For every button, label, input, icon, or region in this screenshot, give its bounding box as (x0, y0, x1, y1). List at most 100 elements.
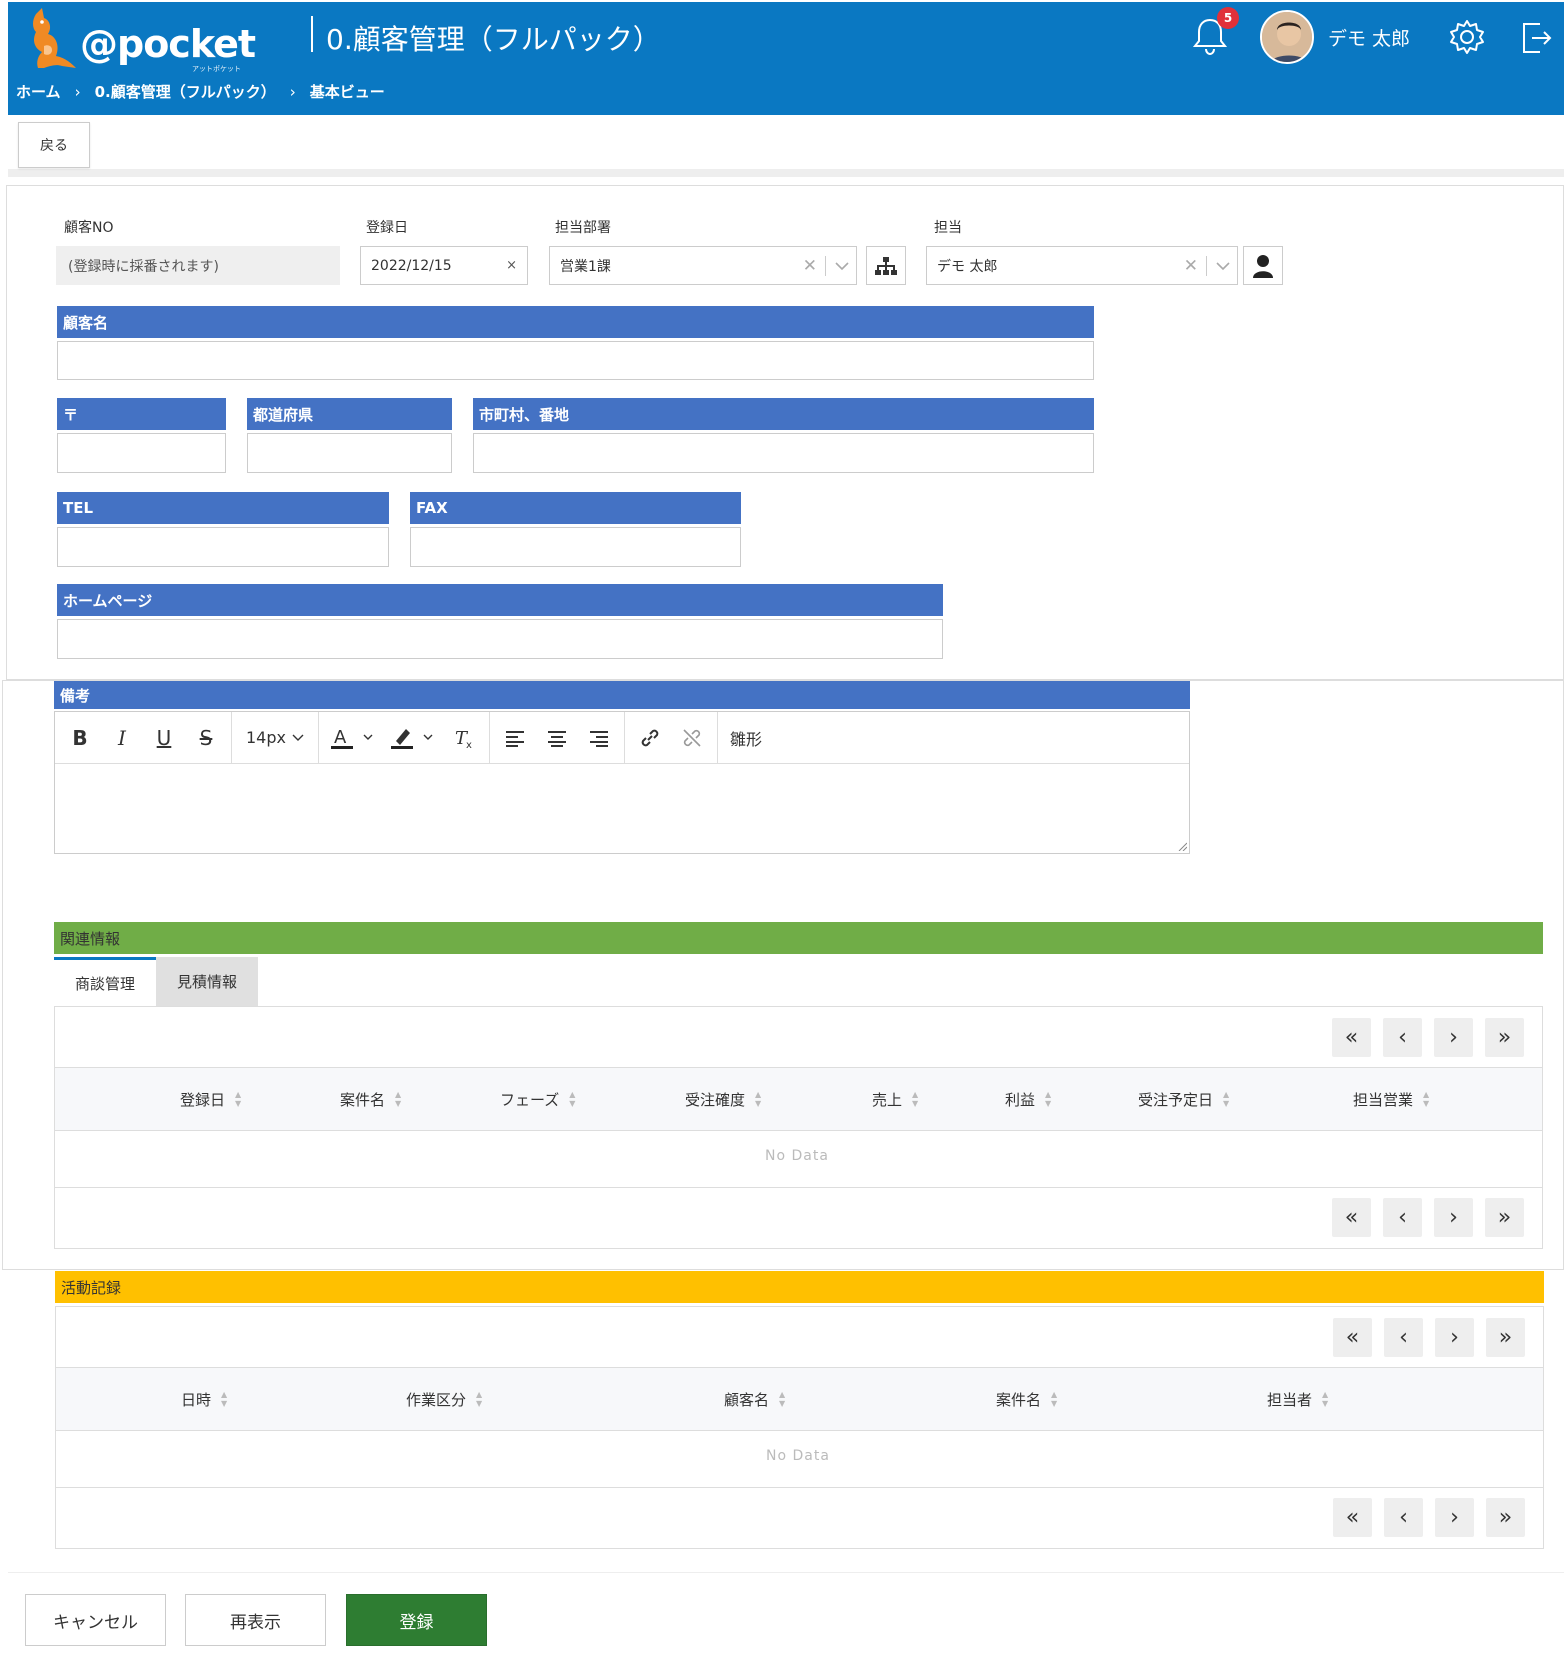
align-center-icon[interactable] (536, 720, 578, 756)
breadcrumb-view: 基本ビュー (309, 83, 385, 101)
org-chart-button[interactable] (866, 246, 906, 285)
link-icon[interactable] (629, 720, 671, 756)
prev-page-icon[interactable]: ‹ (1384, 1318, 1423, 1357)
sort-icon[interactable]: ▲ ▼ (912, 1090, 918, 1108)
col-datetime[interactable]: 日時 ▲ ▼ (181, 1368, 227, 1430)
chevron-right-icon: › (289, 82, 296, 101)
sort-icon[interactable]: ▲ ▼ (1051, 1390, 1057, 1408)
zip-input[interactable] (57, 433, 226, 473)
next-page-icon[interactable]: › (1435, 1318, 1474, 1357)
sort-icon[interactable]: ▲ ▼ (755, 1090, 761, 1108)
sort-icon[interactable]: ▲ ▼ (1223, 1090, 1229, 1108)
homepage-input[interactable] (57, 619, 943, 659)
fax-input[interactable] (410, 527, 741, 567)
notes-editor[interactable]: B I U S 14px A Tx 雛形 (54, 711, 1190, 854)
reg-date-input[interactable]: 2022/12/15 × (360, 246, 528, 285)
app-logo[interactable]: @pocket アットポケット (16, 6, 256, 73)
editor-toolbar: B I U S 14px A Tx 雛形 (55, 712, 1189, 764)
template-button[interactable]: 雛形 (718, 726, 774, 750)
sort-icon[interactable]: ▲ ▼ (221, 1390, 227, 1408)
gear-icon[interactable] (1448, 18, 1486, 56)
col-profit[interactable]: 利益 ▲ ▼ (1005, 1068, 1051, 1130)
breadcrumb-home[interactable]: ホーム (16, 81, 61, 102)
col-probability[interactable]: 受注確度 ▲ ▼ (685, 1068, 761, 1130)
owner-select[interactable]: デモ 太郎 ✕ (926, 246, 1238, 285)
sort-icon[interactable]: ▲ ▼ (569, 1090, 575, 1108)
sort-icon[interactable]: ▲ ▼ (235, 1090, 241, 1108)
align-group (490, 712, 625, 763)
user-photo-icon (1262, 12, 1312, 62)
unlink-icon[interactable] (671, 720, 713, 756)
col-expected-date[interactable]: 受注予定日 ▲ ▼ (1138, 1068, 1229, 1130)
sort-icon[interactable]: ▲ ▼ (395, 1090, 401, 1108)
submit-button[interactable]: 登録 (346, 1594, 487, 1646)
pager-top: « ‹ › » (1333, 1318, 1525, 1357)
prev-page-icon[interactable]: ‹ (1384, 1498, 1423, 1537)
address-input[interactable] (473, 433, 1094, 473)
chevron-down-icon[interactable] (1215, 261, 1231, 271)
tab-quotes[interactable]: 見積情報 (156, 957, 258, 1006)
zip-label: 〒 (57, 398, 226, 430)
highlight-icon[interactable] (383, 720, 443, 756)
avatar[interactable] (1260, 10, 1314, 64)
last-page-icon[interactable]: » (1485, 1198, 1524, 1237)
col-deal-name[interactable]: 案件名 ▲ ▼ (996, 1368, 1057, 1430)
align-right-icon[interactable] (578, 720, 620, 756)
sort-icon[interactable]: ▲ ▼ (1045, 1090, 1051, 1108)
logout-icon[interactable] (1516, 18, 1554, 56)
next-page-icon[interactable]: › (1434, 1018, 1473, 1057)
department-select[interactable]: 営業1課 ✕ (549, 246, 857, 285)
homepage-label: ホームページ (57, 584, 943, 616)
back-button[interactable]: 戻る (18, 122, 90, 168)
first-page-icon[interactable]: « (1332, 1018, 1371, 1057)
customer-name-input[interactable] (57, 341, 1094, 380)
sort-icon[interactable]: ▲ ▼ (476, 1390, 482, 1408)
sort-icon[interactable]: ▲ ▼ (1423, 1090, 1429, 1108)
breadcrumb-app[interactable]: 0.顧客管理（フルパック） (95, 81, 276, 102)
col-reg-date[interactable]: 登録日 ▲ ▼ (180, 1068, 241, 1130)
prev-page-icon[interactable]: ‹ (1383, 1198, 1422, 1237)
col-sales-rep[interactable]: 担当営業 ▲ ▼ (1353, 1068, 1429, 1130)
italic-icon[interactable]: I (101, 720, 143, 756)
notification-badge: 5 (1217, 7, 1239, 29)
refresh-button[interactable]: 再表示 (185, 1594, 326, 1646)
underline-icon[interactable]: U (143, 720, 185, 756)
col-work-type[interactable]: 作業区分 ▲ ▼ (406, 1368, 482, 1430)
column-label: 売上 (872, 1090, 903, 1109)
user-picker-button[interactable] (1243, 246, 1283, 285)
last-page-icon[interactable]: » (1486, 1318, 1525, 1357)
address-label: 市町村、番地 (473, 398, 1094, 430)
clear-date-icon[interactable]: × (506, 258, 517, 273)
clear-icon[interactable]: ✕ (1184, 256, 1198, 276)
user-name[interactable]: デモ 太郎 (1328, 24, 1410, 51)
first-page-icon[interactable]: « (1333, 1498, 1372, 1537)
strikethrough-icon[interactable]: S (185, 720, 227, 756)
clear-format-icon[interactable]: Tx (443, 720, 485, 756)
first-page-icon[interactable]: « (1333, 1318, 1372, 1357)
col-customer-name[interactable]: 顧客名 ▲ ▼ (724, 1368, 785, 1430)
resize-grip-icon[interactable] (1177, 841, 1187, 851)
cancel-button[interactable]: キャンセル (25, 1594, 166, 1646)
sort-icon[interactable]: ▲ ▼ (1322, 1390, 1328, 1408)
column-label: 利益 (1005, 1090, 1036, 1109)
bold-icon[interactable]: B (59, 720, 101, 756)
col-sales[interactable]: 売上 ▲ ▼ (872, 1068, 918, 1130)
tel-input[interactable] (57, 527, 389, 567)
first-page-icon[interactable]: « (1332, 1198, 1371, 1237)
tab-deals[interactable]: 商談管理 (54, 957, 156, 1006)
chevron-down-icon[interactable] (834, 261, 850, 271)
align-left-icon[interactable] (494, 720, 536, 756)
font-size-select[interactable]: 14px (236, 728, 314, 747)
col-deal-name[interactable]: 案件名 ▲ ▼ (340, 1068, 401, 1130)
col-assignee[interactable]: 担当者 ▲ ▼ (1267, 1368, 1328, 1430)
next-page-icon[interactable]: › (1434, 1198, 1473, 1237)
col-phase[interactable]: フェーズ ▲ ▼ (500, 1068, 575, 1130)
font-color-icon[interactable]: A (323, 720, 383, 756)
sort-icon[interactable]: ▲ ▼ (779, 1390, 785, 1408)
next-page-icon[interactable]: › (1435, 1498, 1474, 1537)
prefecture-input[interactable] (247, 433, 452, 473)
clear-icon[interactable]: ✕ (803, 256, 817, 276)
prev-page-icon[interactable]: ‹ (1383, 1018, 1422, 1057)
last-page-icon[interactable]: » (1485, 1018, 1524, 1057)
last-page-icon[interactable]: » (1486, 1498, 1525, 1537)
